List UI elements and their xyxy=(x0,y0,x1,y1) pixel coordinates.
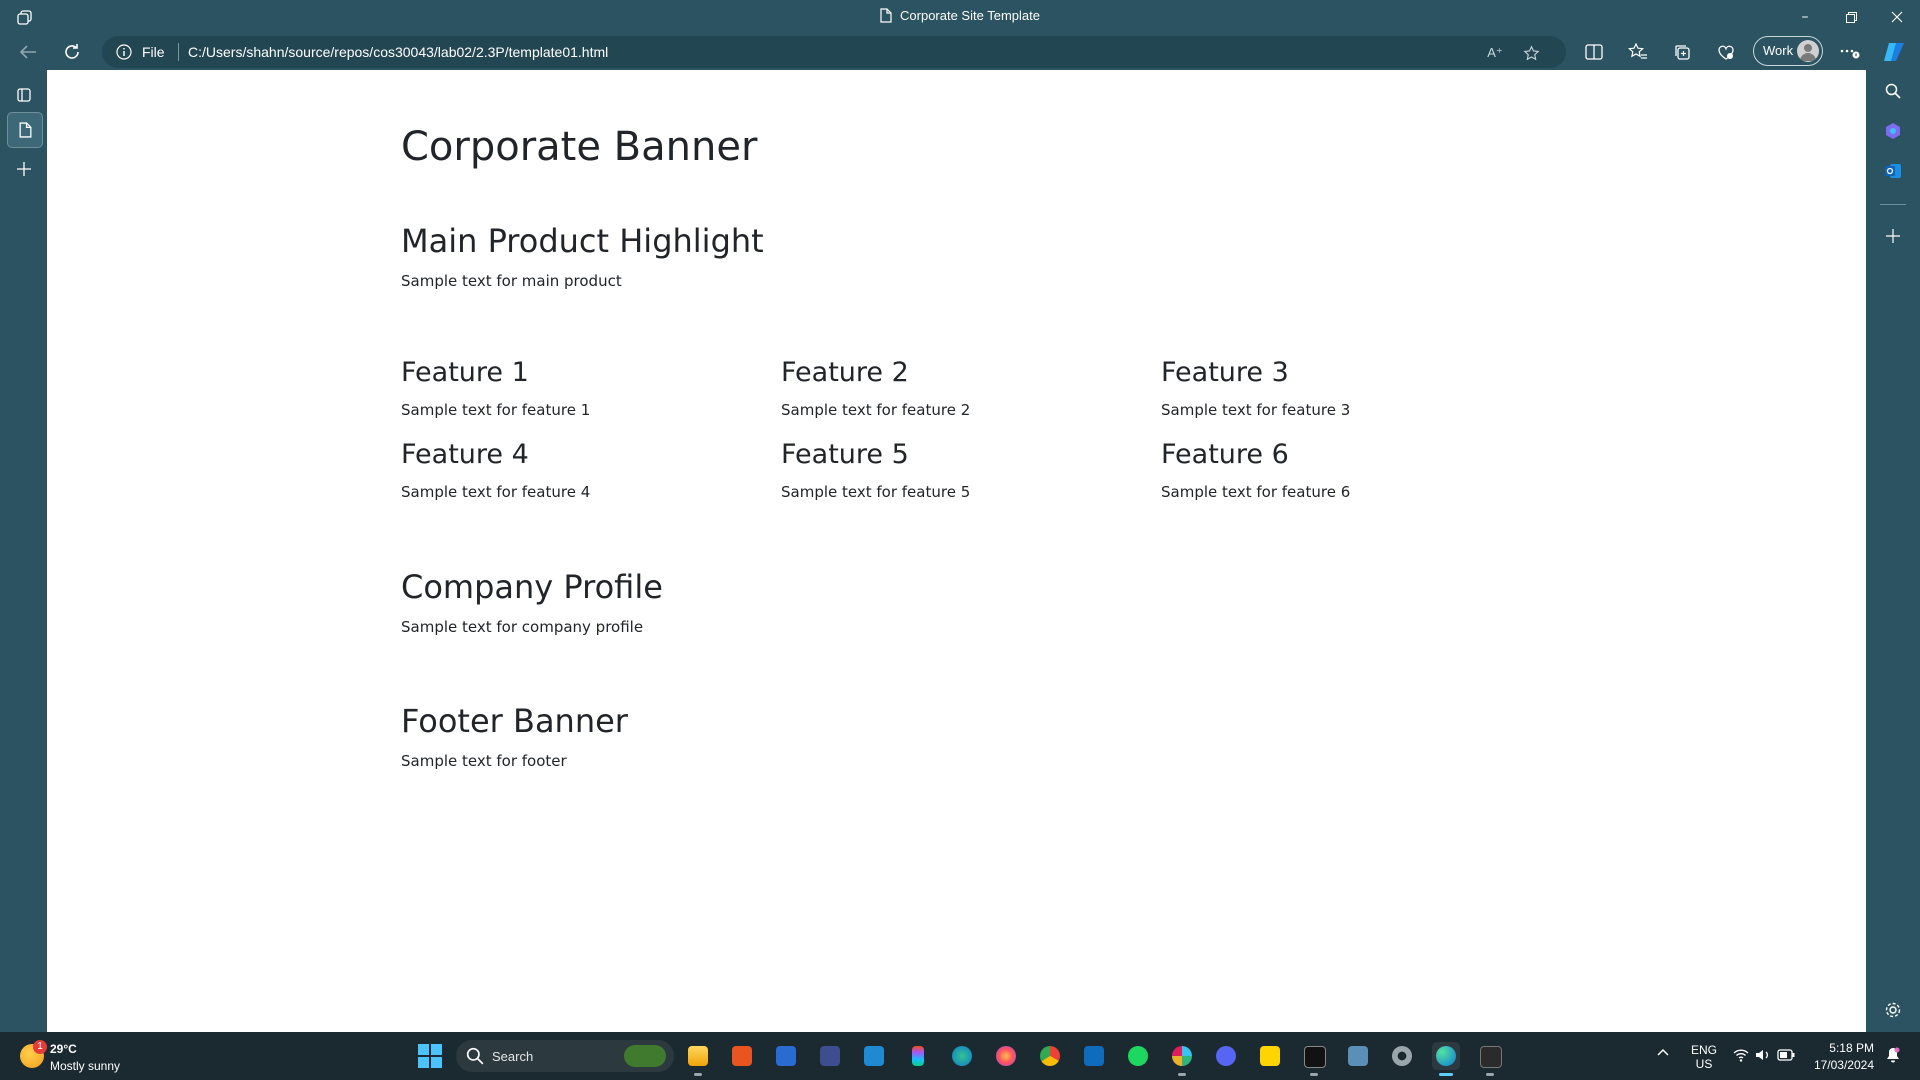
notifications-bell-icon[interactable] xyxy=(1886,1047,1900,1066)
weather-badge: 1 xyxy=(33,1040,47,1054)
feature-4-text: Sample text for feature 4 xyxy=(401,483,591,501)
edge-dev-icon[interactable] xyxy=(948,1042,976,1070)
collections-icon[interactable] xyxy=(1668,40,1696,64)
avatar xyxy=(1797,40,1819,62)
epic-games-icon[interactable] xyxy=(1300,1042,1328,1076)
favorite-star-icon[interactable] xyxy=(1520,42,1542,64)
wifi-icon[interactable] xyxy=(1733,1048,1749,1065)
battery-icon[interactable] xyxy=(1777,1049,1795,1064)
corporate-banner-heading: Corporate Banner xyxy=(401,124,758,170)
read-aloud-icon[interactable]: A⁺ xyxy=(1484,42,1506,64)
add-sidebar-app-icon[interactable] xyxy=(1879,222,1907,250)
ubuntu-icon[interactable] xyxy=(728,1042,756,1070)
feature-4-heading: Feature 4 xyxy=(401,439,529,470)
figma-icon[interactable] xyxy=(904,1042,932,1070)
clock-time: 5:18 PM xyxy=(1829,1041,1874,1055)
powershell-icon[interactable] xyxy=(772,1042,800,1070)
taskbar: 1 29°C Mostly sunny Search ENG US 5:18 P… xyxy=(0,1032,1920,1080)
feature-2-text: Sample text for feature 2 xyxy=(781,401,971,419)
feature-3-heading: Feature 3 xyxy=(1161,357,1289,388)
profile-button[interactable]: Work xyxy=(1753,36,1823,66)
address-divider xyxy=(178,43,179,61)
visual-studio-icon[interactable] xyxy=(816,1042,844,1070)
settings-icon[interactable] xyxy=(1388,1042,1416,1070)
clock[interactable]: 5:18 PM 17/03/2024 xyxy=(1808,1041,1874,1072)
search-highlight-icon xyxy=(624,1045,666,1067)
site-info-icon[interactable] xyxy=(116,44,132,63)
web-page: Corporate Banner Main Product Highlight … xyxy=(47,70,1866,1032)
close-button[interactable] xyxy=(1874,0,1920,34)
feature-2-heading: Feature 2 xyxy=(781,357,909,388)
window-title: Corporate Site Template xyxy=(0,8,1920,26)
chrome-icon[interactable] xyxy=(1036,1042,1064,1070)
start-button[interactable] xyxy=(418,1044,442,1068)
language-line-1: ENG xyxy=(1690,1043,1717,1057)
search-magnifier-icon xyxy=(466,1047,484,1070)
restore-button[interactable] xyxy=(1828,0,1874,34)
favorites-icon[interactable] xyxy=(1624,40,1652,64)
outlook-icon[interactable] xyxy=(1879,157,1907,185)
discord-icon[interactable] xyxy=(1212,1042,1240,1070)
minimize-button[interactable]: – xyxy=(1782,0,1828,34)
slack-icon[interactable] xyxy=(1168,1042,1196,1076)
footer-text: Sample text for footer xyxy=(401,752,567,770)
main-product-heading: Main Product Highlight xyxy=(401,222,764,260)
outlook-taskbar-icon[interactable] xyxy=(1080,1042,1108,1070)
feature-1-heading: Feature 1 xyxy=(401,357,529,388)
profile-label: Work xyxy=(1763,43,1794,58)
volume-icon[interactable] xyxy=(1755,1048,1771,1065)
url-text[interactable]: C:/Users/shahn/source/repos/cos30043/lab… xyxy=(188,44,608,60)
search-label: Search xyxy=(492,1049,534,1064)
footer-banner-heading: Footer Banner xyxy=(401,702,628,740)
window-title-text: Corporate Site Template xyxy=(900,8,1040,23)
show-hidden-icons-chevron[interactable] xyxy=(1656,1046,1670,1060)
feature-6-heading: Feature 6 xyxy=(1161,439,1289,470)
tab-corporate-site-template[interactable] xyxy=(7,112,43,148)
vs-code-icon[interactable] xyxy=(860,1042,888,1070)
address-bar[interactable]: File C:/Users/shahn/source/repos/cos3004… xyxy=(102,36,1566,68)
vertical-tab-strip xyxy=(0,70,47,1032)
clock-date: 17/03/2024 xyxy=(1813,1058,1874,1072)
feature-5-text: Sample text for feature 5 xyxy=(781,483,971,501)
document-icon xyxy=(880,8,892,26)
copilot-sidebar-icon[interactable] xyxy=(1879,117,1907,145)
feature-1-text: Sample text for feature 1 xyxy=(401,401,591,419)
search-icon[interactable] xyxy=(1879,77,1907,105)
copilot-icon[interactable] xyxy=(1880,40,1908,64)
language-indicator[interactable]: ENG US xyxy=(1690,1043,1718,1071)
main-product-text: Sample text for main product xyxy=(401,272,622,290)
sidebar-settings-icon[interactable] xyxy=(1879,996,1907,1024)
edge-sidebar xyxy=(1866,70,1920,1032)
file-explorer-icon[interactable] xyxy=(684,1042,712,1076)
company-profile-text: Sample text for company profile xyxy=(401,618,644,636)
sticky-notes-icon[interactable] xyxy=(1256,1042,1284,1070)
title-bar: Corporate Site Template – xyxy=(0,0,1920,34)
edge-icon[interactable] xyxy=(1432,1042,1460,1076)
taskbar-search[interactable]: Search xyxy=(456,1040,674,1072)
spotify-icon[interactable] xyxy=(1124,1042,1152,1070)
company-profile-heading: Company Profile xyxy=(401,568,663,606)
navigation-bar: File C:/Users/shahn/source/repos/cos3004… xyxy=(0,34,1920,70)
feature-5-heading: Feature 5 xyxy=(781,439,909,470)
feature-3-text: Sample text for feature 3 xyxy=(1161,401,1351,419)
browser-essentials-icon[interactable] xyxy=(1712,40,1740,64)
back-button[interactable] xyxy=(12,38,44,66)
refresh-button[interactable] xyxy=(56,38,88,66)
language-line-2: US xyxy=(1695,1057,1713,1071)
weather-condition: Mostly sunny xyxy=(50,1059,121,1073)
scheme-label: File xyxy=(142,44,165,60)
remote-desktop-icon[interactable] xyxy=(1344,1042,1372,1070)
weather-temp: 29°C xyxy=(50,1042,77,1056)
tab-actions-icon[interactable] xyxy=(7,78,41,112)
new-tab-button[interactable] xyxy=(7,152,41,186)
firefox-icon[interactable] xyxy=(992,1042,1020,1070)
sidebar-divider xyxy=(1880,204,1906,205)
feature-6-text: Sample text for feature 6 xyxy=(1161,483,1351,501)
settings-and-more-icon[interactable] xyxy=(1836,40,1864,64)
split-screen-icon[interactable] xyxy=(1580,40,1608,64)
terminal-icon[interactable] xyxy=(1476,1042,1504,1076)
